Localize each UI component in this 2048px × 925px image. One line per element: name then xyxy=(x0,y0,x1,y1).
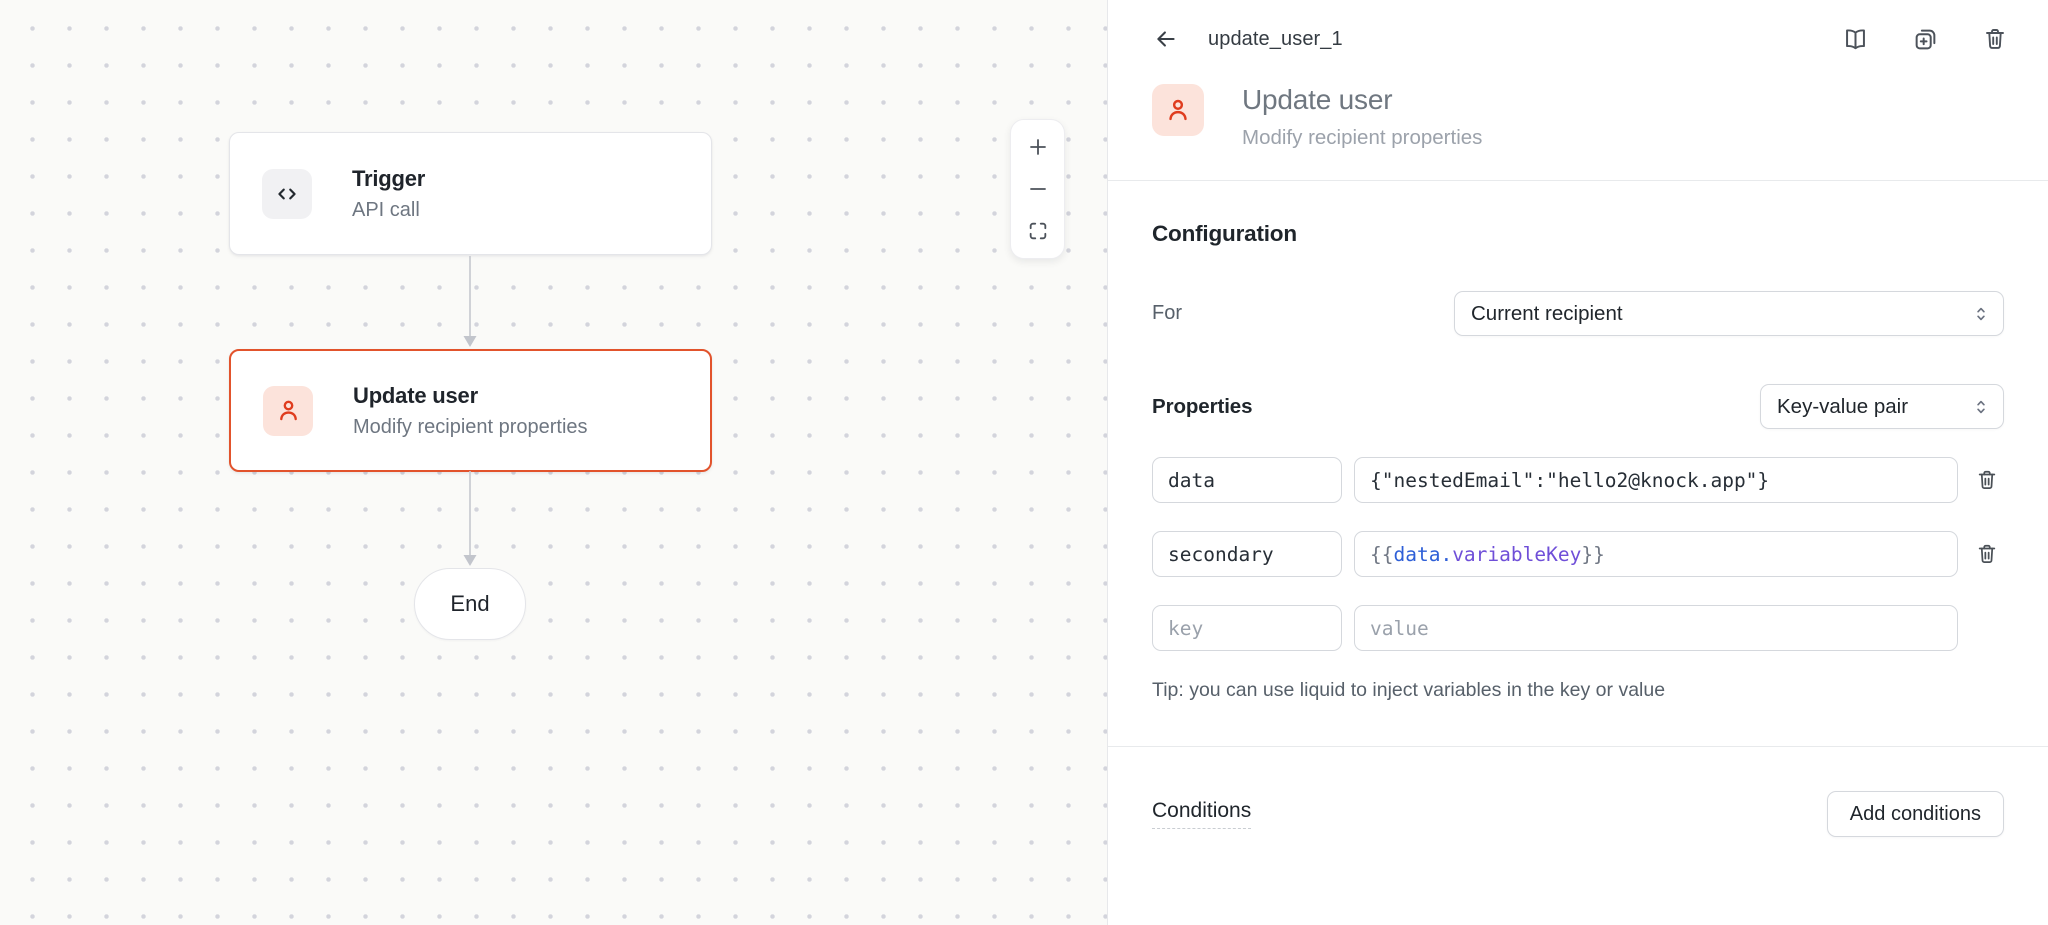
liquid-tip-text: Tip: you can use liquid to inject variab… xyxy=(1152,679,2004,702)
properties-field-row: Properties Key-value pair xyxy=(1152,384,2004,429)
trash-icon[interactable] xyxy=(1976,469,1998,491)
kv-key-input[interactable] xyxy=(1152,457,1342,503)
kv-key-input[interactable] xyxy=(1152,605,1342,651)
kv-value-input[interactable] xyxy=(1354,605,1958,651)
chevrons-up-down-icon xyxy=(1971,397,1991,417)
step-type-title: Update user xyxy=(1242,84,1482,116)
edge-update-to-end xyxy=(461,471,479,567)
arrow-left-icon xyxy=(1153,26,1179,52)
edge-trigger-to-update xyxy=(461,256,479,348)
key-value-rows: {{data.variableKey}} xyxy=(1152,457,2004,651)
person-icon xyxy=(1152,84,1204,136)
step-config-panel: update_user_1 Update user xyxy=(1107,0,2048,925)
properties-mode-select[interactable]: Key-value pair xyxy=(1760,384,2004,429)
for-label: For xyxy=(1152,302,1182,325)
kv-value-input[interactable] xyxy=(1354,457,1958,503)
step-key-title: update_user_1 xyxy=(1208,28,1814,51)
workflow-node-update-user[interactable]: Update user Modify recipient properties xyxy=(229,349,712,472)
conditions-label: Conditions xyxy=(1152,799,1251,829)
step-hero: Update user Modify recipient properties xyxy=(1108,64,2048,181)
duplicate-button[interactable] xyxy=(1912,26,1938,52)
zoom-out-button[interactable] xyxy=(1023,174,1053,204)
kv-value-input[interactable]: {{data.variableKey}} xyxy=(1354,531,1958,577)
canvas-zoom-controls xyxy=(1010,119,1065,259)
header-actions xyxy=(1842,26,2008,52)
kv-row-3 xyxy=(1152,605,2004,651)
node-subtitle: Modify recipient properties xyxy=(353,416,588,439)
person-icon xyxy=(263,386,313,436)
trash-icon xyxy=(1983,27,2007,51)
code-icon xyxy=(262,169,312,219)
kv-key-input[interactable] xyxy=(1152,531,1342,577)
zoom-in-button[interactable] xyxy=(1023,132,1053,162)
step-type-subtitle: Modify recipient properties xyxy=(1242,126,1482,150)
configuration-section: Configuration For Current recipient Prop… xyxy=(1108,181,2048,702)
kv-row-1 xyxy=(1152,457,2004,503)
plus-icon xyxy=(1026,135,1050,159)
workflow-node-trigger[interactable]: Trigger API call xyxy=(229,132,712,255)
docs-button[interactable] xyxy=(1842,26,1868,52)
for-select-value: Current recipient xyxy=(1471,302,1623,326)
node-title: Update user xyxy=(353,383,588,409)
node-title: End xyxy=(450,591,489,617)
chevrons-up-down-icon xyxy=(1971,304,1991,324)
for-field-row: For Current recipient xyxy=(1152,291,2004,336)
kv-row-2: {{data.variableKey}} xyxy=(1152,531,2004,577)
for-select[interactable]: Current recipient xyxy=(1454,291,2004,336)
copy-plus-icon xyxy=(1913,27,1938,52)
fit-view-icon xyxy=(1027,220,1049,242)
conditions-section: Conditions Add conditions xyxy=(1108,747,2048,837)
node-subtitle: API call xyxy=(352,199,425,222)
trash-icon[interactable] xyxy=(1976,543,1998,565)
liquid-property: variableKey xyxy=(1452,543,1581,566)
panel-header: update_user_1 xyxy=(1108,0,2048,64)
properties-select-value: Key-value pair xyxy=(1777,395,1908,419)
add-conditions-button[interactable]: Add conditions xyxy=(1827,791,2004,837)
workflow-canvas[interactable]: Trigger API call Update user Modify reci… xyxy=(0,0,1107,925)
back-button[interactable] xyxy=(1152,25,1180,53)
node-title: Trigger xyxy=(352,166,425,192)
configuration-heading: Configuration xyxy=(1152,221,2004,247)
minus-icon xyxy=(1026,177,1050,201)
book-open-icon xyxy=(1843,27,1868,52)
properties-label: Properties xyxy=(1152,395,1252,419)
workflow-node-end[interactable]: End xyxy=(414,568,526,640)
delete-step-button[interactable] xyxy=(1982,26,2008,52)
liquid-brace: }} xyxy=(1581,543,1604,566)
liquid-brace: {{ xyxy=(1370,543,1393,566)
liquid-object: data. xyxy=(1393,543,1452,566)
fit-view-button[interactable] xyxy=(1023,216,1053,246)
